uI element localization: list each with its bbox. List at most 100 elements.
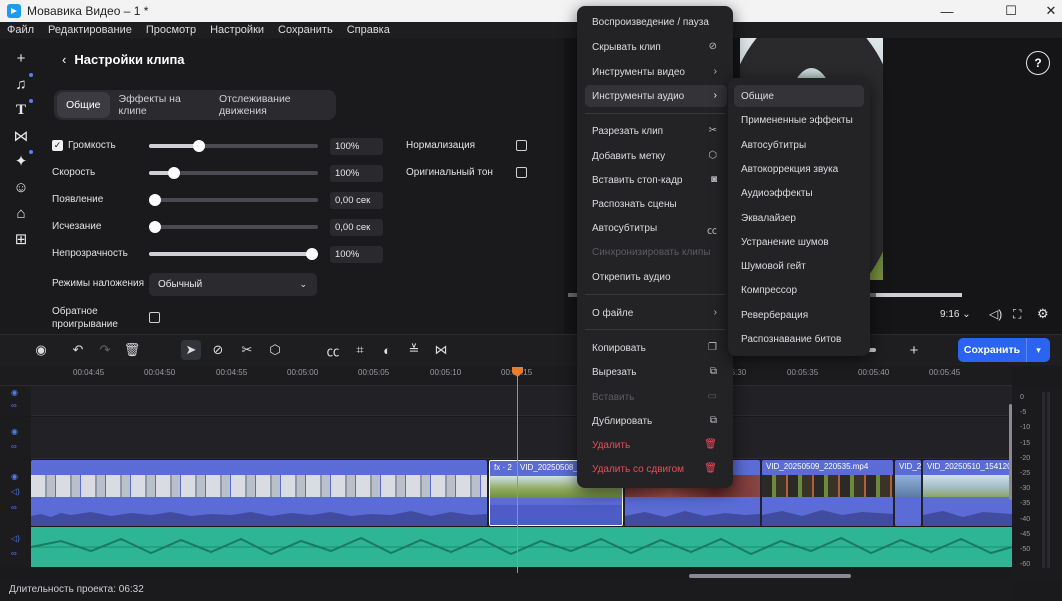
- fullscreen-icon[interactable]: ⛶: [1013, 307, 1021, 322]
- split-icon[interactable]: ✂: [237, 340, 257, 360]
- menu-item-play-pause[interactable]: Воспроизведение / пауза: [585, 11, 727, 33]
- marker-icon[interactable]: ⬡: [265, 340, 285, 360]
- help-icon[interactable]: ?: [1026, 51, 1050, 75]
- minimize-icon[interactable]: —: [924, 0, 970, 22]
- volume-value[interactable]: 100%: [330, 138, 383, 155]
- blend-mode-select[interactable]: Обычный ⌄: [149, 273, 317, 296]
- save-button[interactable]: Сохранить ▾: [958, 338, 1050, 362]
- submenu-item-applied-effects[interactable]: Примененные эффекты: [734, 109, 864, 131]
- zoom-in-icon[interactable]: +: [904, 340, 924, 360]
- titles-icon[interactable]: T: [11, 99, 33, 120]
- menu-item-file-info[interactable]: О файле ›: [585, 302, 727, 324]
- stickers-icon[interactable]: ☺: [11, 177, 31, 197]
- submenu-item-auto-subtitles[interactable]: Автосубтитры: [734, 134, 864, 156]
- audio-track-clip[interactable]: [31, 527, 1012, 567]
- fadeout-value[interactable]: 0,00 сек: [330, 219, 383, 236]
- eye-icon[interactable]: ◉: [11, 427, 18, 436]
- music-icon[interactable]: ♫: [11, 73, 33, 94]
- menu-item-auto-subtitles[interactable]: Автосубтитры ㏄: [585, 217, 727, 239]
- submenu-item-audio-effects[interactable]: Аудиоэффекты: [734, 182, 864, 204]
- tab-general[interactable]: Общие: [57, 92, 110, 118]
- transition-icon[interactable]: ⋈: [431, 340, 451, 360]
- link-icon[interactable]: ∞: [11, 549, 17, 558]
- aspect-ratio[interactable]: 9:16 ⌄: [940, 309, 971, 320]
- menu-item-ripple-delete[interactable]: Удалить со сдвигом 🗑: [585, 458, 727, 480]
- menu-file[interactable]: Файл: [0, 24, 41, 36]
- menu-item-duplicate[interactable]: Дублировать ⧉: [585, 410, 727, 432]
- track-empty-1[interactable]: [0, 386, 1012, 416]
- link-icon[interactable]: ∞: [11, 503, 17, 512]
- menu-item-detect-scenes[interactable]: Распознать сцены: [585, 193, 727, 215]
- link-icon[interactable]: ∞: [11, 401, 17, 410]
- close-icon[interactable]: ✕: [1028, 0, 1062, 22]
- back-icon[interactable]: ‹: [62, 52, 66, 67]
- add-media-icon[interactable]: +: [11, 48, 31, 68]
- menu-item-audio-tools[interactable]: Инструменты аудио ›: [585, 85, 727, 107]
- eye-icon[interactable]: ◉: [11, 388, 18, 397]
- menu-item-copy[interactable]: Копировать ❐: [585, 337, 727, 359]
- menu-view[interactable]: Просмотр: [139, 24, 203, 36]
- volume-icon[interactable]: ◁): [989, 307, 1002, 321]
- crop-icon[interactable]: ⌗: [350, 340, 370, 360]
- menu-item-split-clip[interactable]: Разрезать клип ✂: [585, 120, 727, 142]
- menu-item-delete[interactable]: Удалить 🗑: [585, 434, 727, 456]
- speed-value[interactable]: 100%: [330, 165, 383, 182]
- normalize-checkbox[interactable]: [516, 140, 527, 151]
- submenu-item-general[interactable]: Общие: [734, 85, 864, 107]
- reverse-checkbox[interactable]: [149, 312, 160, 323]
- eye-icon[interactable]: ◉: [11, 472, 18, 481]
- mute-icon[interactable]: ◁): [11, 534, 20, 543]
- video-clip[interactable]: VID_20250510_154120.m: [923, 460, 1012, 526]
- submenu-item-beat-detection[interactable]: Распознавание битов: [734, 328, 864, 350]
- mute-icon[interactable]: ◁): [11, 487, 20, 496]
- tab-motion-tracking[interactable]: Отслеживание движения: [210, 92, 336, 118]
- track-empty-2[interactable]: [0, 417, 1012, 459]
- submenu-item-noise-gate[interactable]: Шумовой гейт: [734, 255, 864, 277]
- video-clip[interactable]: [31, 460, 487, 526]
- volume-checkbox[interactable]: ✓: [52, 140, 63, 151]
- menu-item-hide-clip[interactable]: Скрывать клип ⊘: [585, 36, 727, 58]
- captions-icon[interactable]: ㏄: [323, 340, 343, 360]
- opacity-value[interactable]: 100%: [330, 246, 383, 263]
- volume-slider[interactable]: [149, 140, 318, 152]
- timeline-vscroll[interactable]: [1009, 404, 1012, 500]
- fadein-value[interactable]: 0,00 сек: [330, 192, 383, 209]
- undo-icon[interactable]: ↶: [68, 340, 88, 360]
- menu-item-freeze-frame[interactable]: Вставить стоп-кадр ◙: [585, 169, 727, 191]
- menu-item-cut[interactable]: Вырезать ⧉: [585, 361, 727, 383]
- video-clip[interactable]: VID_20250509_220535.mp4: [762, 460, 893, 526]
- menu-item-detach-audio[interactable]: Открепить аудио: [585, 266, 727, 288]
- adjust-icon[interactable]: ≚: [404, 340, 424, 360]
- playhead-line[interactable]: [517, 368, 518, 573]
- opacity-slider[interactable]: [149, 248, 318, 260]
- submenu-item-equalizer[interactable]: Эквалайзер: [734, 207, 864, 229]
- submenu-item-compressor[interactable]: Компрессор: [734, 279, 864, 301]
- menu-item-video-tools[interactable]: Инструменты видео ›: [585, 61, 727, 83]
- menu-item-add-marker[interactable]: Добавить метку ⬡: [585, 145, 727, 167]
- menu-edit[interactable]: Редактирование: [41, 24, 139, 36]
- color-icon[interactable]: ◐: [377, 340, 397, 360]
- video-clip[interactable]: VID_2: [895, 460, 921, 526]
- timeline-ruler[interactable]: 00:04:45 00:04:50 00:04:55 00:05:00 00:0…: [0, 366, 1012, 386]
- submenu-item-noise-removal[interactable]: Устранение шумов: [734, 231, 864, 253]
- submenu-item-auto-correct[interactable]: Автокоррекция звука: [734, 158, 864, 180]
- original-tone-checkbox[interactable]: [516, 167, 527, 178]
- store-icon[interactable]: ⌂: [11, 203, 31, 223]
- menu-save[interactable]: Сохранить: [271, 24, 340, 36]
- fadein-slider[interactable]: [149, 194, 318, 206]
- fadeout-slider[interactable]: [149, 221, 318, 233]
- tab-clip-effects[interactable]: Эффекты на клипе: [110, 92, 210, 118]
- speed-slider[interactable]: [149, 167, 318, 179]
- menu-help[interactable]: Справка: [340, 24, 397, 36]
- delete-icon[interactable]: 🗑: [122, 340, 142, 360]
- menu-settings[interactable]: Настройки: [203, 24, 271, 36]
- ripple-tool-icon[interactable]: ⊘: [208, 340, 228, 360]
- chevron-down-icon[interactable]: ▾: [1026, 338, 1050, 362]
- settings-gear-icon[interactable]: ⚙: [1037, 306, 1049, 322]
- submenu-item-reverb[interactable]: Реверберация: [734, 304, 864, 326]
- select-tool-icon[interactable]: ➤: [181, 340, 201, 360]
- transitions-icon[interactable]: ⋈: [11, 126, 31, 146]
- more-tools-icon[interactable]: ⊞: [11, 229, 31, 249]
- redo-icon[interactable]: ↷: [95, 340, 115, 360]
- effects-icon[interactable]: ✦: [11, 150, 33, 171]
